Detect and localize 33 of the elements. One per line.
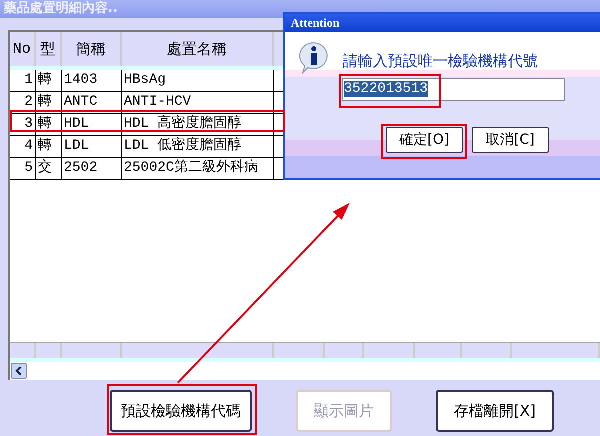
table-cell: ANTC xyxy=(62,92,122,113)
table-cell: 25002C第二級外科病 xyxy=(122,158,274,179)
dialog-button[interactable]: 確定[O] xyxy=(386,127,463,153)
table-cell: 轉 xyxy=(36,114,62,135)
input-field[interactable]: 3522013513 xyxy=(342,78,565,101)
column-header: 簡稱 xyxy=(62,32,122,66)
table-cell: ANTI-HCV xyxy=(122,92,274,113)
table-cell: LDL xyxy=(62,136,122,157)
table-cell: HDL xyxy=(62,114,122,135)
dialog-title: Attention xyxy=(285,14,600,32)
table-cell: 4 xyxy=(10,136,36,157)
table-cell: HDL 高密度膽固醇 xyxy=(122,114,274,135)
table-cell: 轉 xyxy=(36,136,62,157)
table-cell: 轉 xyxy=(36,92,62,113)
table-cell: 2502 xyxy=(62,158,122,179)
action-button[interactable]: 預設檢驗機構代碼 xyxy=(110,390,252,432)
dialog-button[interactable]: 取消[C] xyxy=(472,127,549,153)
table-cell: 交 xyxy=(36,158,62,179)
table-cell: 5 xyxy=(10,158,36,179)
table-cell: 3 xyxy=(10,114,36,135)
action-button[interactable]: 存檔離開[X] xyxy=(436,390,554,432)
column-header: 型 xyxy=(36,32,62,66)
table-cell: 1 xyxy=(10,70,36,91)
info-icon xyxy=(299,42,329,74)
column-header: 處置名稱 xyxy=(122,32,274,66)
column-header: No xyxy=(10,32,36,66)
table-cell: 2 xyxy=(10,92,36,113)
table-cell: 轉 xyxy=(36,70,62,91)
scroll-left-button[interactable] xyxy=(11,363,27,379)
dialog-message: 請輸入預設唯一檢驗機構代號 xyxy=(343,52,538,70)
table-cell: HBsAg xyxy=(122,70,274,91)
table-cell: 1403 xyxy=(62,70,122,91)
table-cell: LDL 低密度膽固醇 xyxy=(122,136,274,157)
